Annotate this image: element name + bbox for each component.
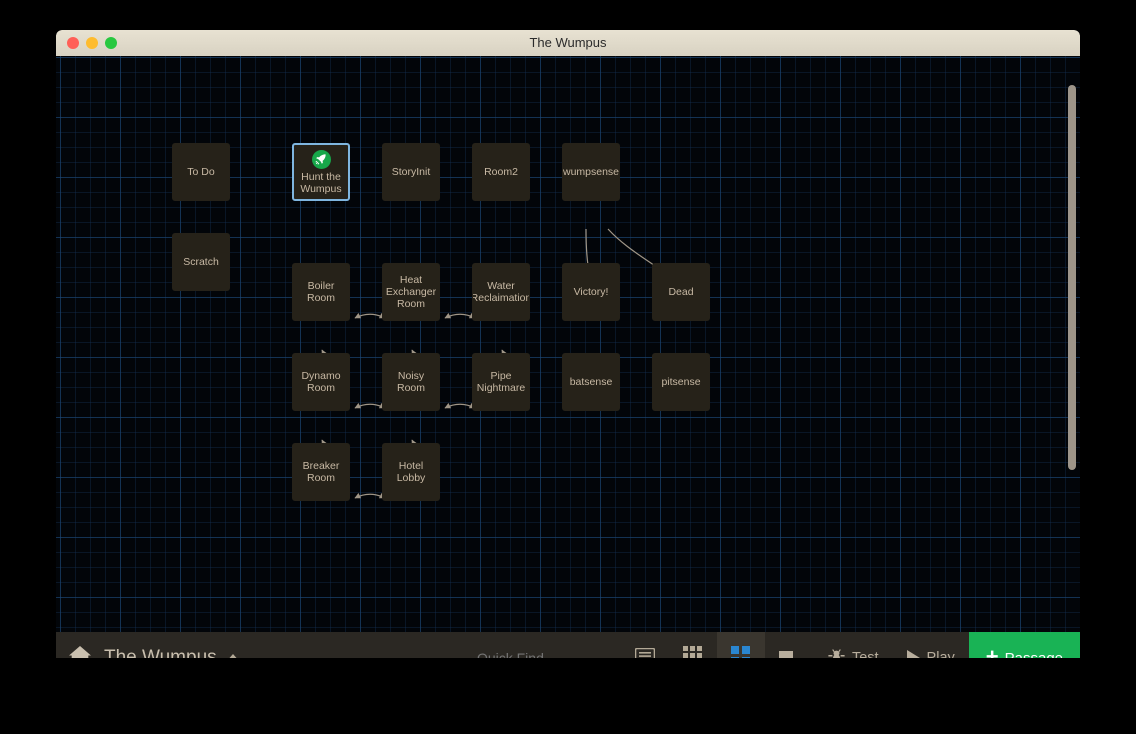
story-name-label: The Wumpus [104, 647, 217, 658]
window-titlebar: The Wumpus [56, 30, 1080, 56]
passage-title: pitsense [661, 376, 700, 388]
link-heat-water [445, 314, 475, 318]
passage-title: Hotel Lobby [383, 460, 439, 484]
passage-title: Dynamo Room [293, 370, 349, 394]
list-view-button[interactable] [621, 632, 669, 658]
vertical-scrollbar-thumb[interactable] [1068, 85, 1076, 470]
play-icon [907, 650, 920, 658]
passage-card[interactable]: To Do [172, 143, 230, 201]
home-button[interactable] [56, 632, 104, 658]
passage-title: Heat Exchanger Room [383, 274, 439, 310]
passage-title: Victory! [574, 286, 609, 298]
passage-card[interactable]: Dead [652, 263, 710, 321]
passage-title: Dead [668, 286, 693, 298]
link-breaker-hotel [355, 494, 385, 498]
caret-up-icon [226, 654, 240, 658]
play-label: Play [927, 650, 955, 658]
add-passage-label: Passage [1005, 650, 1063, 659]
passage-card[interactable]: wumpsense [562, 143, 620, 201]
stop-button[interactable] [765, 632, 814, 658]
passage-card[interactable]: Pipe Nightmare [472, 353, 530, 411]
passage-title: Boiler Room [293, 280, 349, 304]
passage-title: Scratch [183, 256, 219, 268]
large-grid-view-button[interactable] [717, 632, 765, 658]
vertical-scrollbar[interactable] [1067, 58, 1077, 628]
passage-card[interactable]: batsense [562, 353, 620, 411]
passage-card[interactable]: Room2 [472, 143, 530, 201]
home-icon [67, 644, 93, 659]
play-button[interactable]: Play [893, 632, 969, 658]
stop-icon [779, 651, 793, 658]
link-boiler-heat [355, 314, 385, 318]
passage-card[interactable]: Scratch [172, 233, 230, 291]
passage-title: StoryInit [392, 166, 431, 178]
passage-title: Room2 [484, 166, 518, 178]
plus-icon: + [986, 646, 999, 658]
list-view-icon [635, 648, 655, 659]
passage-card[interactable]: Hunt the Wumpus [292, 143, 350, 201]
app-window: The Wumpus [56, 30, 1080, 658]
story-menu-button[interactable]: The Wumpus [104, 647, 240, 658]
passage-title: Hunt the Wumpus [294, 171, 348, 195]
passage-card[interactable]: Hotel Lobby [382, 443, 440, 501]
passage-card[interactable]: Water Reclaimation [472, 263, 530, 321]
window-title: The Wumpus [56, 30, 1080, 56]
passage-card[interactable]: Victory! [562, 263, 620, 321]
passage-card[interactable]: Dynamo Room [292, 353, 350, 411]
link-dynamo-noisy [355, 404, 385, 408]
small-grid-view-icon [683, 646, 702, 658]
quick-find-input[interactable] [477, 650, 563, 658]
passage-title: Breaker Room [293, 460, 349, 484]
link-noisy-pipe [445, 404, 475, 408]
bug-icon [828, 647, 845, 658]
passage-card[interactable]: pitsense [652, 353, 710, 411]
passage-title: wumpsense [563, 166, 619, 178]
passage-card[interactable]: Boiler Room [292, 263, 350, 321]
app-screenshot: The Wumpus [0, 0, 1136, 734]
passage-card[interactable]: Noisy Room [382, 353, 440, 411]
passage-title: batsense [570, 376, 613, 388]
passage-title: Noisy Room [383, 370, 439, 394]
passage-card[interactable]: StoryInit [382, 143, 440, 201]
large-grid-view-icon [731, 646, 750, 658]
story-map-canvas[interactable]: To Do Hunt the Wumpus StoryInit Room2 wumpse… [56, 56, 1080, 632]
bottom-toolbar: The Wumpus [56, 632, 1080, 658]
test-button[interactable]: Test [814, 632, 893, 658]
passage-card[interactable]: Breaker Room [292, 443, 350, 501]
passage-title: Pipe Nightmare [473, 370, 529, 394]
small-grid-view-button[interactable] [669, 632, 717, 658]
passage-title: To Do [187, 166, 214, 178]
test-label: Test [852, 650, 879, 658]
passage-card[interactable]: Heat Exchanger Room [382, 263, 440, 321]
start-passage-rocket-icon [312, 150, 331, 169]
add-passage-button[interactable]: + Passage [969, 632, 1080, 658]
passage-title: Water Reclaimation [472, 280, 530, 304]
